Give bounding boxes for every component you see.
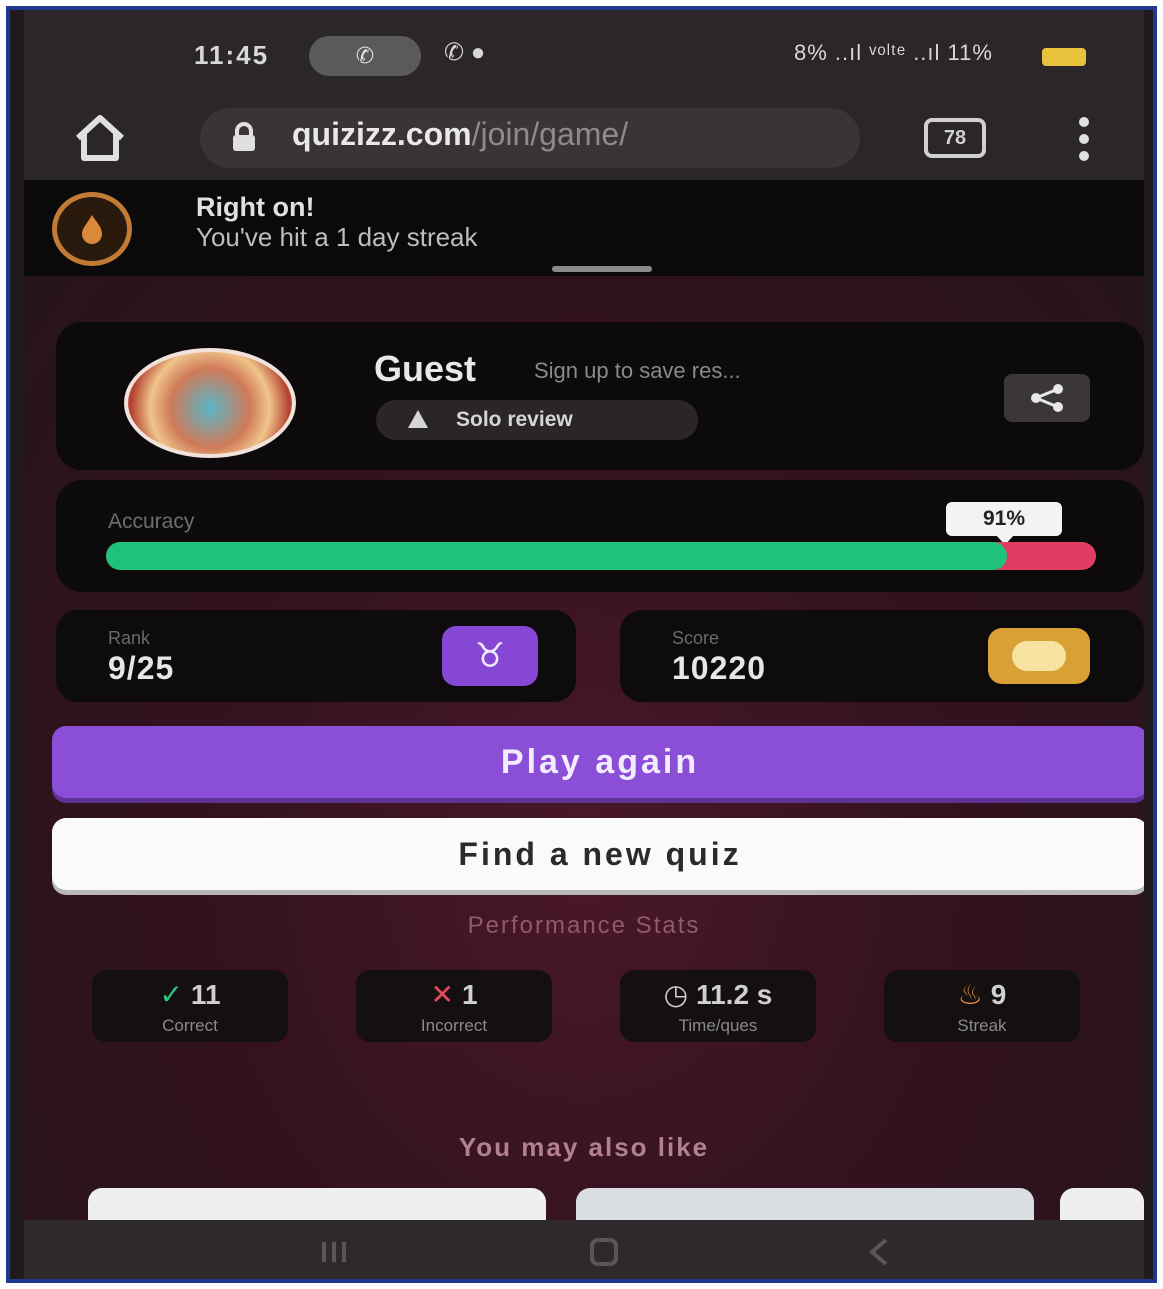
play-again-button[interactable]: Play again <box>52 726 1144 798</box>
stat-streak: ♨ 9 Streak <box>884 970 1080 1042</box>
rank-card: Rank 9/25 ♉ <box>56 610 576 702</box>
incorrect-label: Incorrect <box>420 1016 488 1035</box>
cross-icon: ✕ <box>430 979 454 1010</box>
share-icon <box>1031 384 1063 412</box>
accuracy-value: 91% <box>946 502 1062 545</box>
person-icon <box>408 410 428 428</box>
score-value: 10220 <box>672 650 766 686</box>
score-card: Score 10220 <box>620 610 1144 702</box>
time-label: Time/ques <box>678 1016 758 1035</box>
time-value: 11.2 s <box>696 978 773 1010</box>
coin-icon <box>988 628 1090 684</box>
check-icon: ✓ <box>159 979 183 1010</box>
mode-label: Solo review <box>456 408 573 431</box>
incorrect-count: 1 <box>461 978 478 1010</box>
ongoing-call-icon[interactable]: ✆ <box>309 36 421 76</box>
accuracy-bar <box>106 542 1096 570</box>
accuracy-card: Accuracy 91% <box>56 480 1144 592</box>
banner-drag-handle[interactable] <box>552 266 652 272</box>
mode-badge: Solo review <box>376 400 698 440</box>
streak-title: Right on! <box>196 192 315 222</box>
flame-icon: ♨ <box>957 979 983 1010</box>
stat-incorrect: ✕ 1 Incorrect <box>356 970 552 1042</box>
accuracy-label: Accuracy <box>108 510 195 533</box>
streak-banner[interactable]: Right on! You've hit a 1 day streak <box>24 180 1144 276</box>
recents-icon[interactable] <box>314 1236 354 1268</box>
correct-count: 11 <box>190 978 221 1010</box>
rank-label: Rank <box>108 628 151 648</box>
status-bar: 11:45 ✆ ✆ ● 8% ..ıl ᵛᵒˡᵗᵉ ..ıl 11% <box>24 10 1144 96</box>
quiz-results-page: Right on! You've hit a 1 day streak Gues… <box>24 180 1144 1228</box>
status-time: 11:45 <box>194 40 270 70</box>
signup-hint[interactable]: Sign up to save res... <box>534 358 741 384</box>
streak-icon <box>52 192 132 266</box>
score-label: Score <box>672 628 720 648</box>
lock-icon <box>233 122 255 151</box>
recommendations-title: You may also like <box>458 1132 710 1162</box>
correct-label: Correct <box>162 1016 218 1035</box>
battery-icon <box>1042 48 1086 66</box>
streak-count: 9 <box>990 978 1007 1010</box>
share-button[interactable] <box>1004 374 1090 422</box>
profile-card: Guest Sign up to save res... Solo review <box>56 322 1144 470</box>
screenshot-frame: 11:45 ✆ ✆ ● 8% ..ıl ᵛᵒˡᵗᵉ ..ıl 11% quizi… <box>6 6 1157 1283</box>
phone-screen: 11:45 ✆ ✆ ● 8% ..ıl ᵛᵒˡᵗᵉ ..ıl 11% quizi… <box>24 10 1144 1279</box>
accuracy-bar-fill <box>106 542 1007 570</box>
menu-icon[interactable] <box>1074 114 1094 164</box>
notification-icons: ✆ ● <box>444 39 486 66</box>
tabs-icon[interactable]: 78 <box>924 118 986 158</box>
avatar <box>124 348 296 458</box>
browser-toolbar: quizizz.com/join/game/ 78 <box>24 96 1144 180</box>
streak-label: Streak <box>957 1016 1007 1035</box>
back-icon[interactable] <box>860 1236 900 1268</box>
timer-icon: ◷ <box>663 979 689 1010</box>
nav-home-icon[interactable] <box>584 1236 624 1268</box>
rank-value: 9/25 <box>108 650 175 686</box>
url-text[interactable]: quizizz.com/join/game/ <box>292 116 628 153</box>
player-name: Guest <box>374 348 477 389</box>
stat-time-per-question: ◷ 11.2 s Time/ques <box>620 970 816 1042</box>
rank-badge-icon: ♉ <box>442 626 538 686</box>
find-new-quiz-button[interactable]: Find a new quiz <box>52 818 1144 890</box>
performance-stats-title: Performance Stats <box>467 912 701 939</box>
home-icon[interactable] <box>72 112 128 164</box>
signal-status: 8% ..ıl ᵛᵒˡᵗᵉ ..ıl 11% <box>794 40 993 65</box>
system-nav-bar <box>24 1220 1144 1279</box>
streak-subtitle: You've hit a 1 day streak <box>196 222 478 252</box>
stat-correct: ✓ 11 Correct <box>92 970 288 1042</box>
